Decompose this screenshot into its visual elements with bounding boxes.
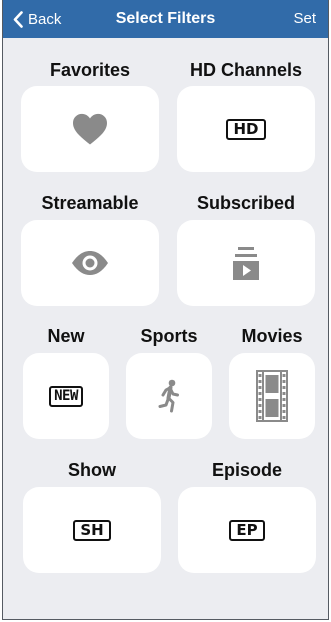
eye-icon xyxy=(72,251,108,275)
subscriptions-icon xyxy=(233,247,259,280)
page-title: Select Filters xyxy=(115,10,216,27)
ep-badge-icon: EP xyxy=(229,519,265,541)
show-label: Show xyxy=(68,460,116,480)
show-filter-button[interactable]: SH xyxy=(23,487,161,573)
movies-label: Movies xyxy=(241,326,303,346)
new-label: New xyxy=(47,326,85,346)
heart-icon xyxy=(73,113,107,145)
hd-channels-filter-button[interactable]: HD xyxy=(177,86,315,172)
hd-badge-icon: HD xyxy=(226,118,266,140)
sh-badge-icon: SH xyxy=(73,519,111,541)
screen: Back Select Filters Set Favorites HD Cha… xyxy=(2,0,329,620)
sports-filter-button[interactable] xyxy=(126,353,212,439)
favorites-label: Favorites xyxy=(49,60,131,80)
subscribed-filter-button[interactable] xyxy=(177,220,315,306)
new-badge-icon: NEW xyxy=(49,385,83,407)
sports-label: Sports xyxy=(140,326,198,346)
episode-label: Episode xyxy=(211,460,282,480)
episode-filter-button[interactable]: EP xyxy=(178,487,316,573)
favorites-filter-button[interactable] xyxy=(21,86,159,172)
hd-channels-label: HD Channels xyxy=(189,60,303,80)
film-strip-icon xyxy=(256,370,288,422)
streamable-filter-button[interactable] xyxy=(21,220,159,306)
new-filter-button[interactable]: NEW xyxy=(23,353,109,439)
streamable-label: Streamable xyxy=(41,193,139,213)
navigation-bar: Back Select Filters Set xyxy=(3,0,328,38)
running-person-icon xyxy=(158,379,179,413)
movies-filter-button[interactable] xyxy=(229,353,315,439)
subscribed-label: Subscribed xyxy=(196,193,296,213)
set-button[interactable]: Set xyxy=(293,10,316,27)
